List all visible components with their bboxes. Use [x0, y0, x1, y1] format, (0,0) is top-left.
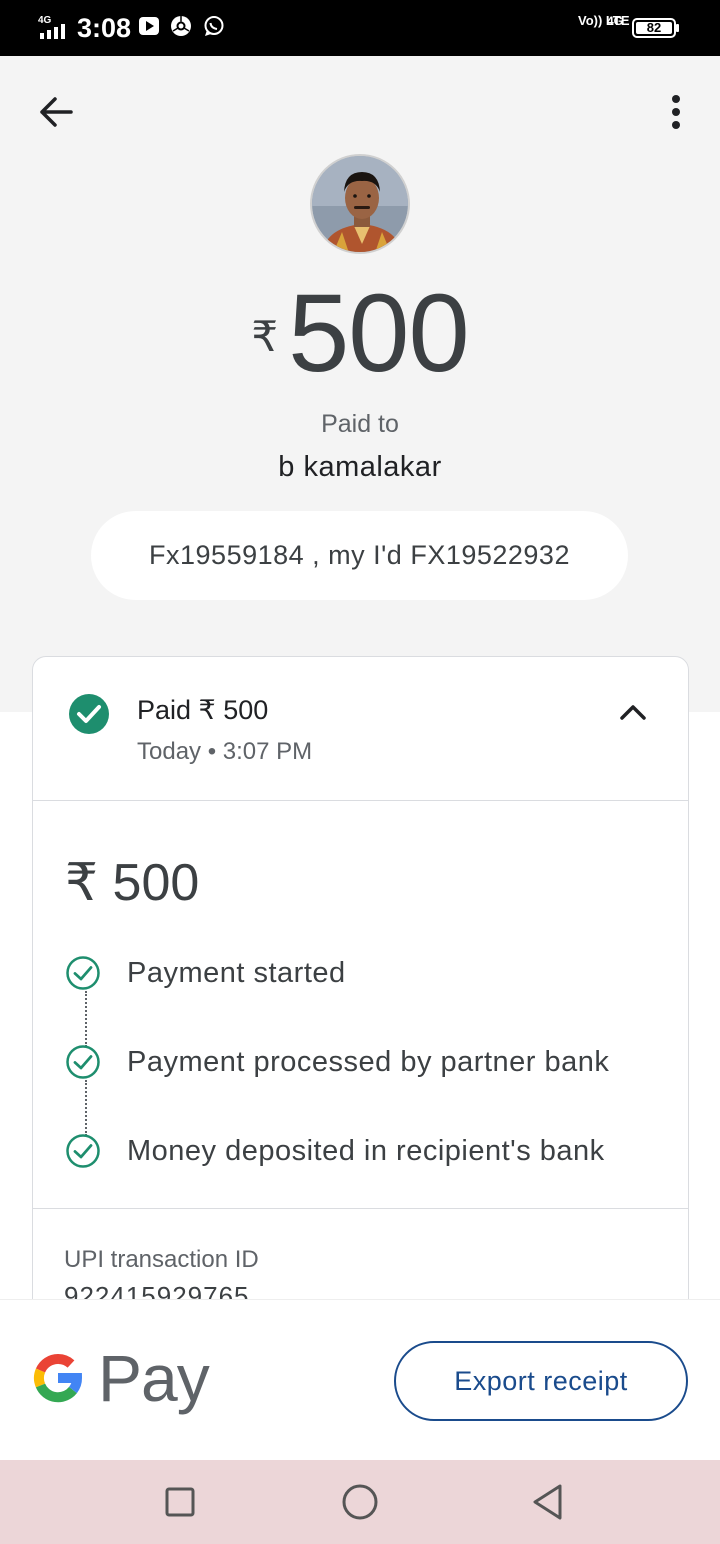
check-circle-icon [68, 693, 110, 740]
export-receipt-button[interactable]: Export receipt [394, 1341, 688, 1421]
status-timestamp: Today • 3:07 PM [137, 738, 313, 765]
triangle-back-icon [533, 1484, 562, 1520]
circle-icon [342, 1484, 378, 1520]
google-g-icon [34, 1353, 82, 1403]
card-header[interactable]: Paid ₹ 500 Today • 3:07 PM [33, 657, 688, 801]
transaction-details-card: Paid ₹ 500 Today • 3:07 PM ₹ 500 Payment… [32, 656, 689, 1316]
battery-icon: 82 [632, 18, 676, 38]
whatsapp-icon [203, 15, 225, 42]
google-pay-logo: Pay [30, 1341, 210, 1415]
back-button[interactable] [30, 90, 82, 134]
currency-symbol: ₹ [251, 313, 279, 360]
step-item: Payment processed by partner bank [65, 1044, 609, 1080]
more-options-button[interactable] [656, 88, 696, 136]
status-time: 3:08 [77, 13, 132, 43]
battery-tip [676, 24, 679, 32]
step-label: Payment started [127, 956, 346, 989]
step-connector [85, 1080, 87, 1136]
status-bar: 4G 3:08 Vo)) LTE 4G 82 [0, 0, 720, 56]
divider [33, 1208, 688, 1209]
recents-button[interactable] [160, 1482, 200, 1522]
paid-to-label: Paid to [321, 410, 399, 438]
collapse-button[interactable] [613, 697, 653, 727]
bottom-action-bar: Pay Export receipt [0, 1299, 720, 1460]
battery-level: 82 [636, 21, 672, 34]
youtube-icon [138, 15, 160, 42]
payment-note: Fx19559184 , my I'd FX19522932 [91, 511, 628, 600]
check-circle-outline-icon [66, 956, 100, 990]
payment-amount: ₹ 500 [0, 278, 720, 390]
system-navigation-bar [0, 1460, 720, 1544]
pay-wordmark: Pay [98, 1341, 210, 1415]
more-vert-icon [672, 95, 680, 129]
payee-name: b kamalakar [278, 451, 442, 483]
svg-text:4G: 4G [38, 15, 52, 26]
check-circle-outline-icon [66, 1134, 100, 1168]
chevron-up-icon [620, 705, 646, 720]
step-item: Payment started [65, 955, 346, 991]
amount-value: 500 [288, 272, 470, 395]
upi-transaction-id-label: UPI transaction ID [64, 1246, 259, 1273]
arrow-back-icon [40, 97, 73, 127]
step-label: Money deposited in recipient's bank [127, 1134, 605, 1167]
data-type-indicator: 4G [607, 14, 624, 28]
back-nav-button[interactable] [528, 1482, 568, 1522]
status-title: Paid ₹ 500 [137, 695, 269, 725]
chrome-icon [170, 15, 192, 42]
step-connector [85, 991, 87, 1047]
home-button[interactable] [340, 1482, 380, 1522]
square-icon [165, 1487, 195, 1517]
detail-amount: ₹ 500 [65, 854, 200, 912]
check-circle-outline-icon [66, 1045, 100, 1079]
step-label: Payment processed by partner bank [127, 1045, 610, 1078]
step-item: Money deposited in recipient's bank [65, 1133, 605, 1169]
signal-icon: 4G [38, 14, 72, 45]
payee-avatar [310, 154, 410, 254]
